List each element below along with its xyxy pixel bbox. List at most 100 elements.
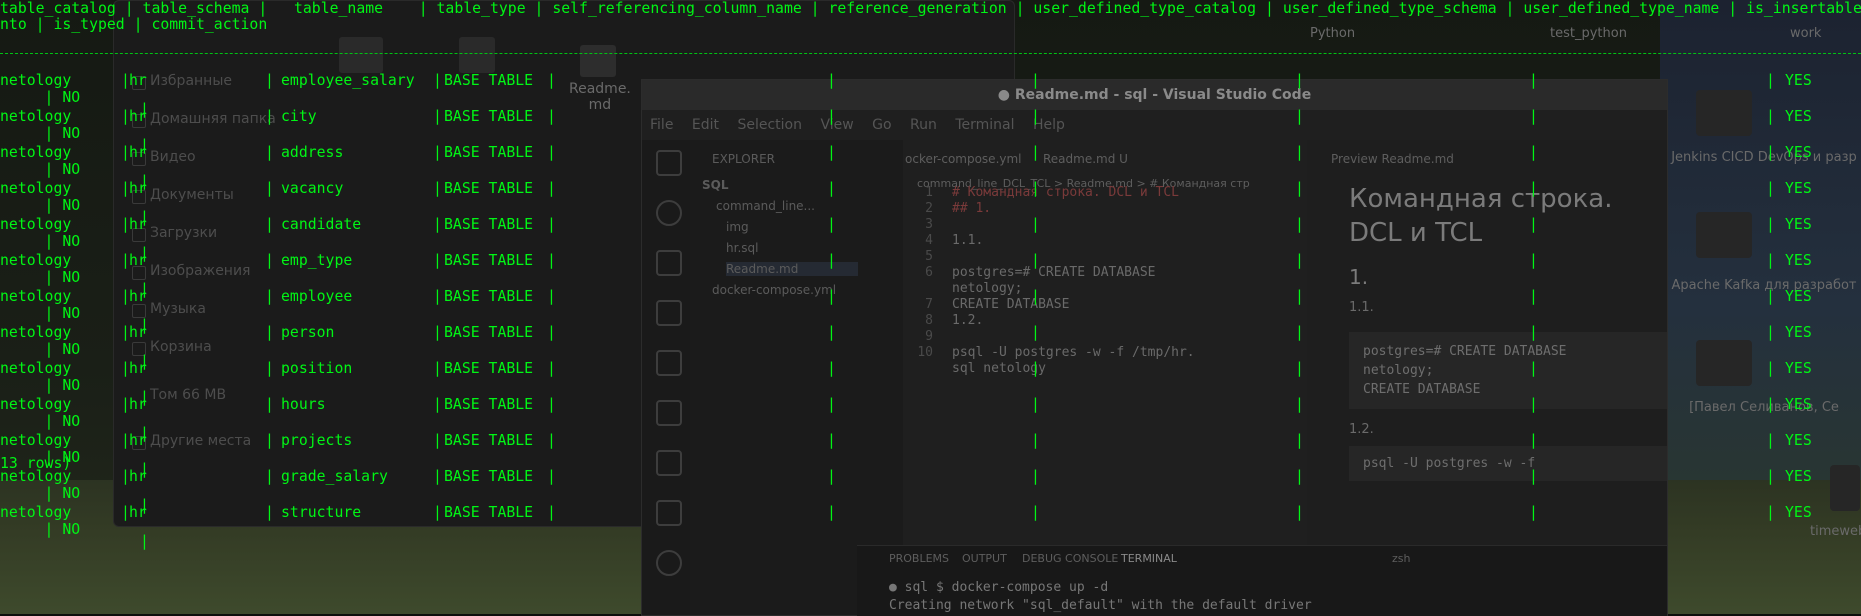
menu-bar: File Edit Selection View Go Run Terminal…	[650, 117, 1079, 133]
download-icon	[132, 228, 146, 242]
line-number: 8	[925, 313, 933, 328]
tab-readme[interactable]: Readme.md U	[1043, 152, 1128, 166]
explorer-item-folder[interactable]: command_line...	[716, 199, 815, 213]
window-title: ● Readme.md - sql - Visual Studio Code	[642, 80, 1667, 110]
document-icon	[132, 190, 146, 204]
star-icon	[132, 76, 146, 90]
line-number: 3	[925, 217, 933, 232]
code-line: netology;	[952, 281, 1023, 296]
menu-run[interactable]: Run	[910, 117, 937, 133]
folder-icon[interactable]	[339, 37, 383, 73]
menu-file[interactable]: File	[650, 117, 673, 133]
testing-icon[interactable]	[656, 450, 682, 476]
menu-help[interactable]: Help	[1033, 117, 1065, 133]
desktop-icon-label: test_python	[1550, 26, 1627, 41]
line-number: 1	[925, 185, 933, 200]
desktop-icon-label: Apache Kafka для разработ	[1671, 278, 1857, 293]
trash-icon	[132, 342, 146, 356]
menu-go[interactable]: Go	[872, 117, 891, 133]
code-line: psql -U postgres -w -f /tmp/hr.	[952, 345, 1195, 360]
sidebar-item-other-places[interactable]: Другие места	[132, 433, 251, 450]
preview-heading-2: 1.	[1349, 265, 1369, 289]
code-line: 1.1.	[952, 233, 984, 248]
video-icon	[132, 152, 146, 166]
folder-icon[interactable]	[1696, 90, 1752, 136]
run-debug-icon[interactable]	[656, 300, 682, 326]
menu-view[interactable]: View	[820, 117, 853, 133]
tab-output[interactable]: OUTPUT	[962, 552, 1007, 565]
activity-bar	[642, 140, 690, 615]
folder-icon[interactable]	[1696, 212, 1752, 258]
sidebar-item-favorites[interactable]: Избранные	[132, 73, 232, 90]
markdown-preview: Preview Readme.md Командная строка. DCL …	[1307, 140, 1667, 545]
editor-pane[interactable]: ocker-compose.yml Readme.md U command_li…	[903, 140, 1307, 545]
tab-problems[interactable]: PROBLEMS	[889, 552, 949, 565]
menu-terminal[interactable]: Terminal	[955, 117, 1014, 133]
shell-label[interactable]: zsh	[1392, 552, 1410, 565]
sidebar-item-home[interactable]: Домашняя папка	[132, 111, 276, 128]
line-number: 7	[925, 297, 933, 312]
tab-terminal[interactable]: TERMINAL	[1121, 552, 1177, 565]
menu-edit[interactable]: Edit	[692, 117, 719, 133]
folder-icon[interactable]	[1696, 340, 1752, 386]
code-line: CREATE DATABASE	[952, 297, 1070, 312]
line-number: 10	[917, 345, 933, 360]
line-number: 5	[925, 249, 933, 264]
sidebar-item-music[interactable]: Музыка	[132, 301, 206, 318]
terminal-line: ● sql $ docker-compose up -d	[889, 580, 1109, 595]
menu-selection[interactable]: Selection	[737, 117, 802, 133]
preview-heading-1: Командная строка. DCL и TCL	[1349, 184, 1613, 248]
top-desktop-labels: Python test_python	[1090, 22, 1670, 52]
file-label: Readme. md	[569, 81, 631, 113]
desktop-icon-label: work	[1790, 26, 1822, 41]
home-icon	[132, 114, 146, 128]
explorer-item-sql[interactable]: SQL	[702, 178, 729, 192]
explorer-item-docker-compose[interactable]: docker-compose.yml	[712, 283, 836, 297]
bottom-panel: PROBLEMS OUTPUT DEBUG CONSOLE TERMINAL z…	[857, 545, 1667, 616]
line-number: 4	[925, 233, 933, 248]
sidebar-item-video[interactable]: Видео	[132, 149, 196, 166]
music-icon	[132, 304, 146, 318]
desktop-icon-label: Python	[1310, 26, 1356, 41]
github-icon[interactable]	[656, 550, 682, 576]
code-line: ## 1.	[952, 201, 992, 216]
line-number: 6	[925, 265, 933, 280]
plus-icon	[132, 436, 146, 450]
preview-code-2: psql -U postgres -w -f	[1349, 446, 1667, 481]
sidebar-item-volume[interactable]: Том 66 MB	[132, 387, 226, 403]
image-icon	[132, 266, 146, 280]
explorer-panel: EXPLORER SQL command_line... img hr.sql …	[690, 140, 903, 615]
desktop-icons: Jenkins CICD DevOps и разр Apache Kafka …	[1660, 0, 1861, 614]
desktop-icon-label: [Павел Селиванов, Се	[1689, 400, 1839, 415]
line-number: 9	[925, 329, 933, 344]
remote-explorer-icon[interactable]	[656, 400, 682, 426]
explorer-item-hr-sql[interactable]: hr.sql	[726, 241, 758, 255]
extensions-icon[interactable]	[656, 350, 682, 376]
desktop-icon-label: Jenkins CICD DevOps и разр	[1671, 150, 1857, 165]
database-icon[interactable]	[459, 37, 495, 73]
sidebar-item-documents[interactable]: Документы	[132, 187, 234, 204]
file-icon[interactable]	[580, 45, 616, 77]
sidebar-item-images[interactable]: Изображения	[132, 263, 250, 280]
sidebar-item-trash[interactable]: Корзина	[132, 339, 212, 356]
source-control-icon[interactable]	[656, 250, 682, 276]
code-line: # Командная строка. DCL и TCL	[952, 185, 1179, 200]
explorer-title: EXPLORER	[712, 152, 775, 166]
tab-preview-readme[interactable]: Preview Readme.md	[1331, 152, 1454, 166]
preview-code-1: postgres=# CREATE DATABASE netology; CRE…	[1349, 332, 1667, 409]
search-icon[interactable]	[656, 200, 682, 226]
explorer-item-img[interactable]: img	[726, 220, 749, 234]
preview-text-1-1: 1.1.	[1349, 300, 1374, 315]
desktop-icon-label: timeweb	[1810, 524, 1861, 539]
vscode-window: ● Readme.md - sql - Visual Studio Code F…	[641, 79, 1668, 616]
document-icon[interactable]	[1830, 465, 1860, 511]
preview-text-1-2: 1.2.	[1349, 422, 1374, 437]
sidebar-item-downloads[interactable]: Загрузки	[132, 225, 217, 242]
docker-icon[interactable]	[656, 500, 682, 526]
tab-docker-compose[interactable]: ocker-compose.yml	[905, 152, 1022, 166]
line-number: 2	[925, 201, 933, 216]
files-icon[interactable]	[656, 150, 682, 176]
code-line: 1.2.	[952, 313, 984, 328]
explorer-item-readme[interactable]: Readme.md	[726, 262, 859, 276]
tab-debug-console[interactable]: DEBUG CONSOLE	[1022, 552, 1118, 565]
